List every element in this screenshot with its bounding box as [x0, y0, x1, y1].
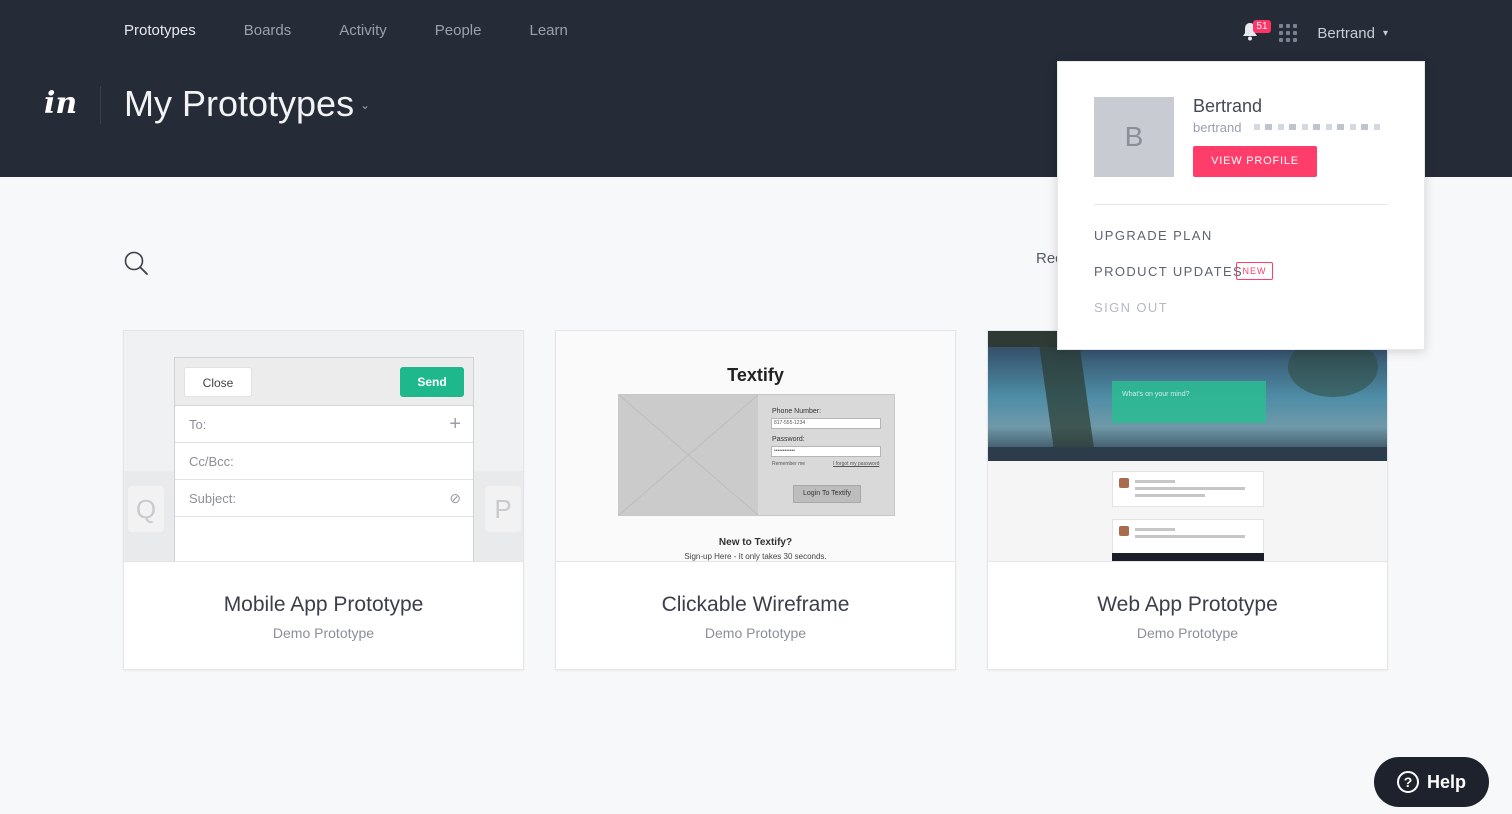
- help-label: Help: [1426, 771, 1466, 792]
- card-title: Clickable Wireframe: [661, 593, 850, 616]
- send-button-preview: Send: [400, 367, 464, 397]
- compose-screen: Close Send To: + Cc/Bcc: Subject: ⊘: [174, 357, 474, 561]
- subject-label: Subject:: [189, 491, 236, 506]
- close-button-preview: Close: [184, 367, 252, 397]
- key: P: [485, 486, 521, 532]
- prototype-thumbnail: What's on your mind?: [988, 331, 1387, 562]
- feed-post: [1112, 519, 1264, 555]
- to-row: To: +: [175, 406, 473, 443]
- palm-tree-shape: [1037, 347, 1099, 461]
- webapp-feed: [988, 461, 1387, 561]
- title-chevron-down-icon[interactable]: ⌄: [360, 98, 370, 112]
- card-subtitle: Demo Prototype: [1136, 625, 1239, 641]
- chevron-down-icon: ▾: [1382, 27, 1388, 39]
- to-label: To:: [189, 417, 207, 432]
- header-actions: 51 Bertrand ▾: [1241, 20, 1388, 46]
- profile-email: bertrand: [1193, 120, 1242, 135]
- forgot-password-preview: I forgot my password: [833, 461, 880, 467]
- password-input-preview: ••••••••••••: [771, 446, 881, 457]
- user-menu-name: Bertrand: [1317, 24, 1375, 42]
- logo-divider: [100, 86, 101, 124]
- card-title: Web App Prototype: [1097, 593, 1278, 616]
- password-label: Password:: [772, 436, 805, 443]
- feed-image-strip: [1112, 553, 1264, 561]
- search-icon[interactable]: [123, 250, 149, 276]
- webapp-post-box: What's on your mind?: [1112, 381, 1266, 423]
- card-title: Mobile App Prototype: [223, 593, 424, 616]
- nav-prototypes[interactable]: Prototypes: [124, 20, 196, 42]
- menu-divider: [1094, 204, 1388, 205]
- palm-leaves-shape: [1288, 347, 1378, 397]
- menu-item-product-updates[interactable]: PRODUCT UPDATES: [1094, 264, 1243, 279]
- wireframe-title: Textify: [727, 365, 784, 385]
- avatar: B: [1094, 97, 1174, 177]
- cc-label: Cc/Bcc:: [189, 454, 234, 469]
- user-dropdown-menu: B Bertrand bertrand VIEW PROFILE UPGRADE…: [1057, 61, 1425, 350]
- signup-text: Sign-up Here - It only takes 30 seconds.: [684, 552, 827, 561]
- login-button-preview: Login To Textify: [793, 485, 861, 503]
- prototype-thumbnail: Q P Close Send To: + Cc/Bcc: Subject: ⊘: [124, 331, 523, 562]
- webapp-hero-image: What's on your mind?: [988, 347, 1387, 461]
- notifications-button[interactable]: 51: [1241, 20, 1271, 44]
- avatar: [1119, 526, 1129, 536]
- profile-name: Bertrand: [1193, 96, 1263, 116]
- view-profile-button[interactable]: VIEW PROFILE: [1193, 146, 1317, 177]
- wireframe-login-box: Phone Number: 817-555-1234 Password: •••…: [618, 394, 895, 516]
- nav-people[interactable]: People: [435, 20, 482, 42]
- menu-item-upgrade-plan[interactable]: UPGRADE PLAN: [1094, 228, 1213, 243]
- compose-header: Close Send: [175, 358, 473, 406]
- prototype-card-wireframe[interactable]: Textify Phone Number: 817-555-1234 Passw…: [555, 330, 956, 670]
- prototype-thumbnail: Textify Phone Number: 817-555-1234 Passw…: [556, 331, 955, 562]
- notification-count-badge: 51: [1253, 20, 1271, 33]
- card-subtitle: Demo Prototype: [272, 625, 375, 641]
- avatar: [1119, 478, 1129, 488]
- menu-item-sign-out[interactable]: SIGN OUT: [1094, 300, 1168, 315]
- prototype-card-webapp[interactable]: What's on your mind? Web App Prototype D…: [987, 330, 1388, 670]
- apps-grid-icon[interactable]: [1279, 24, 1298, 42]
- remember-me-preview: Remember me: [772, 461, 806, 467]
- plus-icon: +: [449, 413, 461, 435]
- webapp-nav: [988, 447, 1387, 461]
- phone-input-preview: 817-555-1234: [771, 418, 881, 429]
- question-circle-icon: ?: [1396, 771, 1419, 793]
- page-title[interactable]: My Prototypes: [124, 82, 354, 126]
- main-nav: Prototypes Boards Activity People Learn: [124, 20, 616, 42]
- new-to-text: New to Textify?: [718, 537, 793, 548]
- cc-row: Cc/Bcc:: [175, 443, 473, 480]
- help-button[interactable]: ? Help: [1374, 757, 1489, 807]
- invision-logo[interactable]: in: [44, 84, 84, 124]
- phone-label: Phone Number:: [772, 408, 822, 415]
- image-placeholder: [618, 394, 759, 516]
- new-badge: NEW: [1236, 262, 1273, 280]
- subject-row: Subject: ⊘: [175, 480, 473, 517]
- prototype-card-mobile[interactable]: Q P Close Send To: + Cc/Bcc: Subject: ⊘ …: [123, 330, 524, 670]
- nav-activity[interactable]: Activity: [339, 20, 387, 42]
- redacted-email: [1254, 124, 1382, 130]
- user-menu-toggle[interactable]: Bertrand ▾: [1317, 25, 1388, 42]
- nav-boards[interactable]: Boards: [244, 20, 292, 42]
- paperclip-icon: ⊘: [449, 490, 461, 506]
- key: Q: [128, 486, 164, 532]
- nav-learn[interactable]: Learn: [529, 20, 567, 42]
- card-subtitle: Demo Prototype: [704, 625, 807, 641]
- feed-post: [1112, 471, 1264, 507]
- image-placeholder-icon: [618, 394, 759, 516]
